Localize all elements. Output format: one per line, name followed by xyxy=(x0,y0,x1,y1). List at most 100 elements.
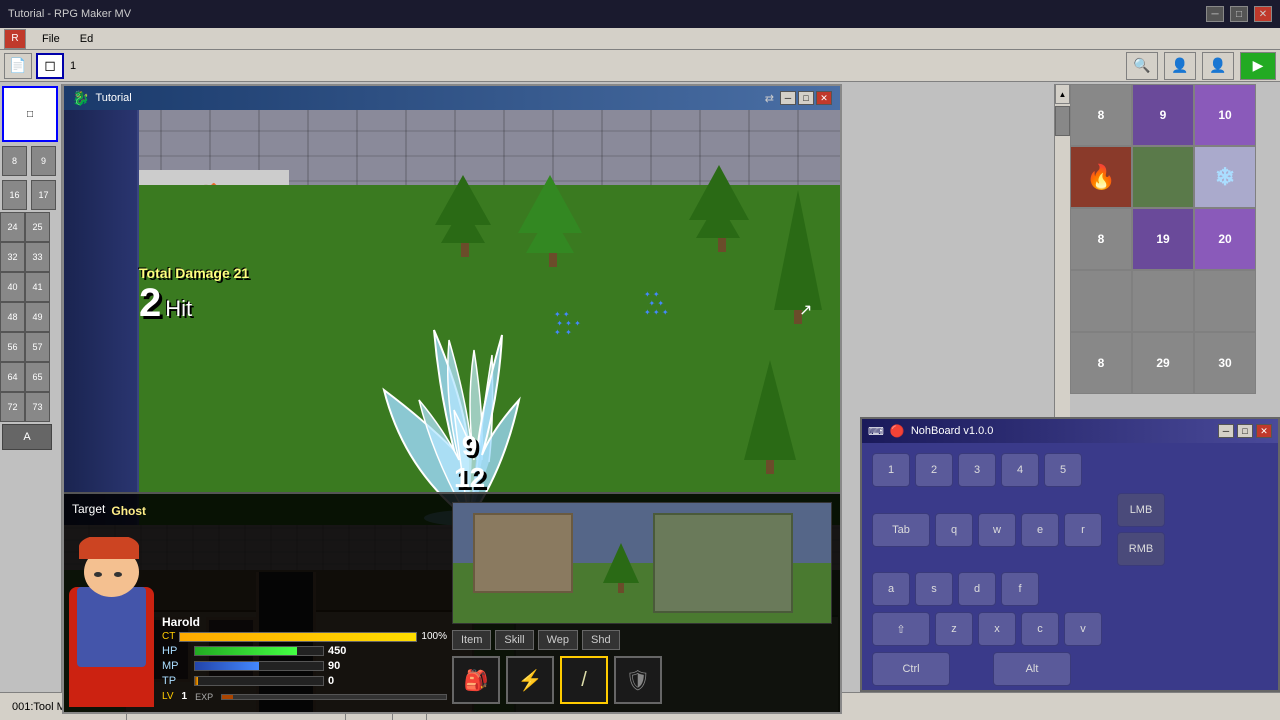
key-c[interactable]: c xyxy=(1021,612,1059,646)
toolbar-doc[interactable]: 📄 xyxy=(4,53,32,79)
minimize-btn[interactable]: ─ xyxy=(1206,6,1224,22)
key-d[interactable]: d xyxy=(958,572,996,606)
sidebar-num-57[interactable]: 57 xyxy=(25,332,50,362)
ct-bar-area: CT 100% xyxy=(162,631,447,642)
tutorial-title: Tutorial xyxy=(95,92,131,104)
tile-29[interactable] xyxy=(1132,270,1194,332)
tile-icon-1[interactable]: 🔥 xyxy=(1070,146,1132,208)
close-btn[interactable]: ✕ xyxy=(1254,6,1272,22)
sidebar-num-9[interactable]: 9 xyxy=(31,146,56,176)
key-rmb[interactable]: RMB xyxy=(1117,532,1165,566)
tab-wep[interactable]: Wep xyxy=(538,630,578,650)
play-btn[interactable]: ▶ xyxy=(1240,52,1276,80)
key-f[interactable]: f xyxy=(1001,572,1039,606)
sidebar-num-16[interactable]: 16 xyxy=(2,180,27,210)
key-a[interactable]: a xyxy=(872,572,910,606)
sidebar-num-17[interactable]: 17 xyxy=(31,180,56,210)
toolbar-tile[interactable]: ◻ xyxy=(36,53,64,79)
sidebar-tile-8[interactable]: □ xyxy=(2,86,58,142)
tile-40[interactable]: 30 xyxy=(1194,332,1256,394)
key-ctrl[interactable]: Ctrl xyxy=(872,652,950,686)
tab-skill[interactable]: Skill xyxy=(495,630,533,650)
sidebar-num-33[interactable]: 33 xyxy=(25,242,50,272)
key-5[interactable]: 5 xyxy=(1044,453,1082,487)
key-e[interactable]: e xyxy=(1021,513,1059,547)
sidebar-num-25[interactable]: 25 xyxy=(25,212,50,242)
key-lmb[interactable]: LMB xyxy=(1117,493,1165,527)
sidebar-num-8[interactable]: 8 xyxy=(2,146,27,176)
tut-maximize[interactable]: □ xyxy=(798,91,814,105)
skill-btn-2[interactable]: ⚡ xyxy=(506,656,554,704)
tile-30[interactable] xyxy=(1194,270,1256,332)
tree-5 xyxy=(744,360,796,474)
tut-close[interactable]: ✕ xyxy=(816,91,832,105)
key-s[interactable]: s xyxy=(915,572,953,606)
tut-minimize[interactable]: ─ xyxy=(780,91,796,105)
maximize-btn[interactable]: □ xyxy=(1230,6,1248,22)
tree-3 xyxy=(694,165,749,252)
sidebar-num-24[interactable]: 24 xyxy=(0,212,25,242)
key-z[interactable]: z xyxy=(935,612,973,646)
tile-icon-3[interactable]: ❄ xyxy=(1194,146,1256,208)
key-x[interactable]: x xyxy=(978,612,1016,646)
app-icon[interactable]: R xyxy=(4,29,26,49)
exp-bar xyxy=(221,694,447,700)
skill-btn-1[interactable]: 🎒 xyxy=(452,656,500,704)
key-3[interactable]: 3 xyxy=(958,453,996,487)
key-4[interactable]: 4 xyxy=(1001,453,1039,487)
menu-file[interactable]: File xyxy=(38,31,64,47)
noh-red-icon: 🔴 xyxy=(890,424,905,438)
key-w[interactable]: w xyxy=(978,513,1016,547)
sidebar-num-49[interactable]: 49 xyxy=(25,302,50,332)
key-1[interactable]: 1 xyxy=(872,453,910,487)
tile-9[interactable]: 9 xyxy=(1132,84,1194,146)
noh-minimize[interactable]: ─ xyxy=(1218,424,1234,438)
tile-28[interactable] xyxy=(1070,270,1132,332)
hit-count: 2 xyxy=(139,281,161,326)
tile-8[interactable]: 8 xyxy=(1070,84,1132,146)
key-alt[interactable]: Alt xyxy=(993,652,1071,686)
tile-20[interactable]: 20 xyxy=(1194,208,1256,270)
skill-btn-4[interactable]: 🛡 xyxy=(614,656,662,704)
tp-val: 0 xyxy=(328,675,334,687)
tile-19[interactable]: 19 xyxy=(1132,208,1194,270)
tab-item[interactable]: Item xyxy=(452,630,491,650)
noh-controls: ─ □ ✕ xyxy=(1218,424,1272,438)
tile-18[interactable]: 8 xyxy=(1070,208,1132,270)
tab-shd[interactable]: Shd xyxy=(582,630,620,650)
menu-edit[interactable]: Ed xyxy=(76,31,97,47)
key-r[interactable]: r xyxy=(1064,513,1102,547)
noh-maximize[interactable]: □ xyxy=(1237,424,1253,438)
sidebar-num-73[interactable]: 73 xyxy=(25,392,50,422)
tile-38[interactable]: 8 xyxy=(1070,332,1132,394)
tile-icon-2[interactable] xyxy=(1132,146,1194,208)
key-q[interactable]: q xyxy=(935,513,973,547)
mp-row: MP 90 xyxy=(162,660,447,672)
actor-btn[interactable]: 👤 xyxy=(1202,52,1234,80)
tutorial-titlebar: 🐉 Tutorial ⇄ ─ □ ✕ xyxy=(64,86,840,110)
scroll-up-btn[interactable]: ▲ xyxy=(1055,84,1070,104)
key-v[interactable]: v xyxy=(1064,612,1102,646)
noh-close[interactable]: ✕ xyxy=(1256,424,1272,438)
game-scene: 🏠 xyxy=(64,110,840,712)
scroll-thumb[interactable] xyxy=(1055,106,1070,136)
sidebar-num-64[interactable]: 64 xyxy=(0,362,25,392)
sidebar-num-41[interactable]: 41 xyxy=(25,272,50,302)
skill-btn-3[interactable]: / xyxy=(560,656,608,704)
key-tab[interactable]: Tab xyxy=(872,513,930,547)
sidebar-num-56[interactable]: 56 xyxy=(0,332,25,362)
tile-10[interactable]: 10 xyxy=(1194,84,1256,146)
sidebar-a-btn[interactable]: A xyxy=(2,424,52,450)
tile-39[interactable]: 29 xyxy=(1132,332,1194,394)
sidebar-num-72[interactable]: 72 xyxy=(0,392,25,422)
key-shift[interactable]: ⇧ xyxy=(872,612,930,646)
sidebar-num-40[interactable]: 40 xyxy=(0,272,25,302)
sidebar-num-65[interactable]: 65 xyxy=(25,362,50,392)
search-btn[interactable]: 🔍 xyxy=(1126,52,1158,80)
sidebar-num-32[interactable]: 32 xyxy=(0,242,25,272)
sidebar-num-48[interactable]: 48 xyxy=(0,302,25,332)
character-btn[interactable]: 👤 xyxy=(1164,52,1196,80)
key-2[interactable]: 2 xyxy=(915,453,953,487)
noh-icon: ⌨ xyxy=(868,425,884,438)
skill-num2: 12 xyxy=(454,462,485,494)
